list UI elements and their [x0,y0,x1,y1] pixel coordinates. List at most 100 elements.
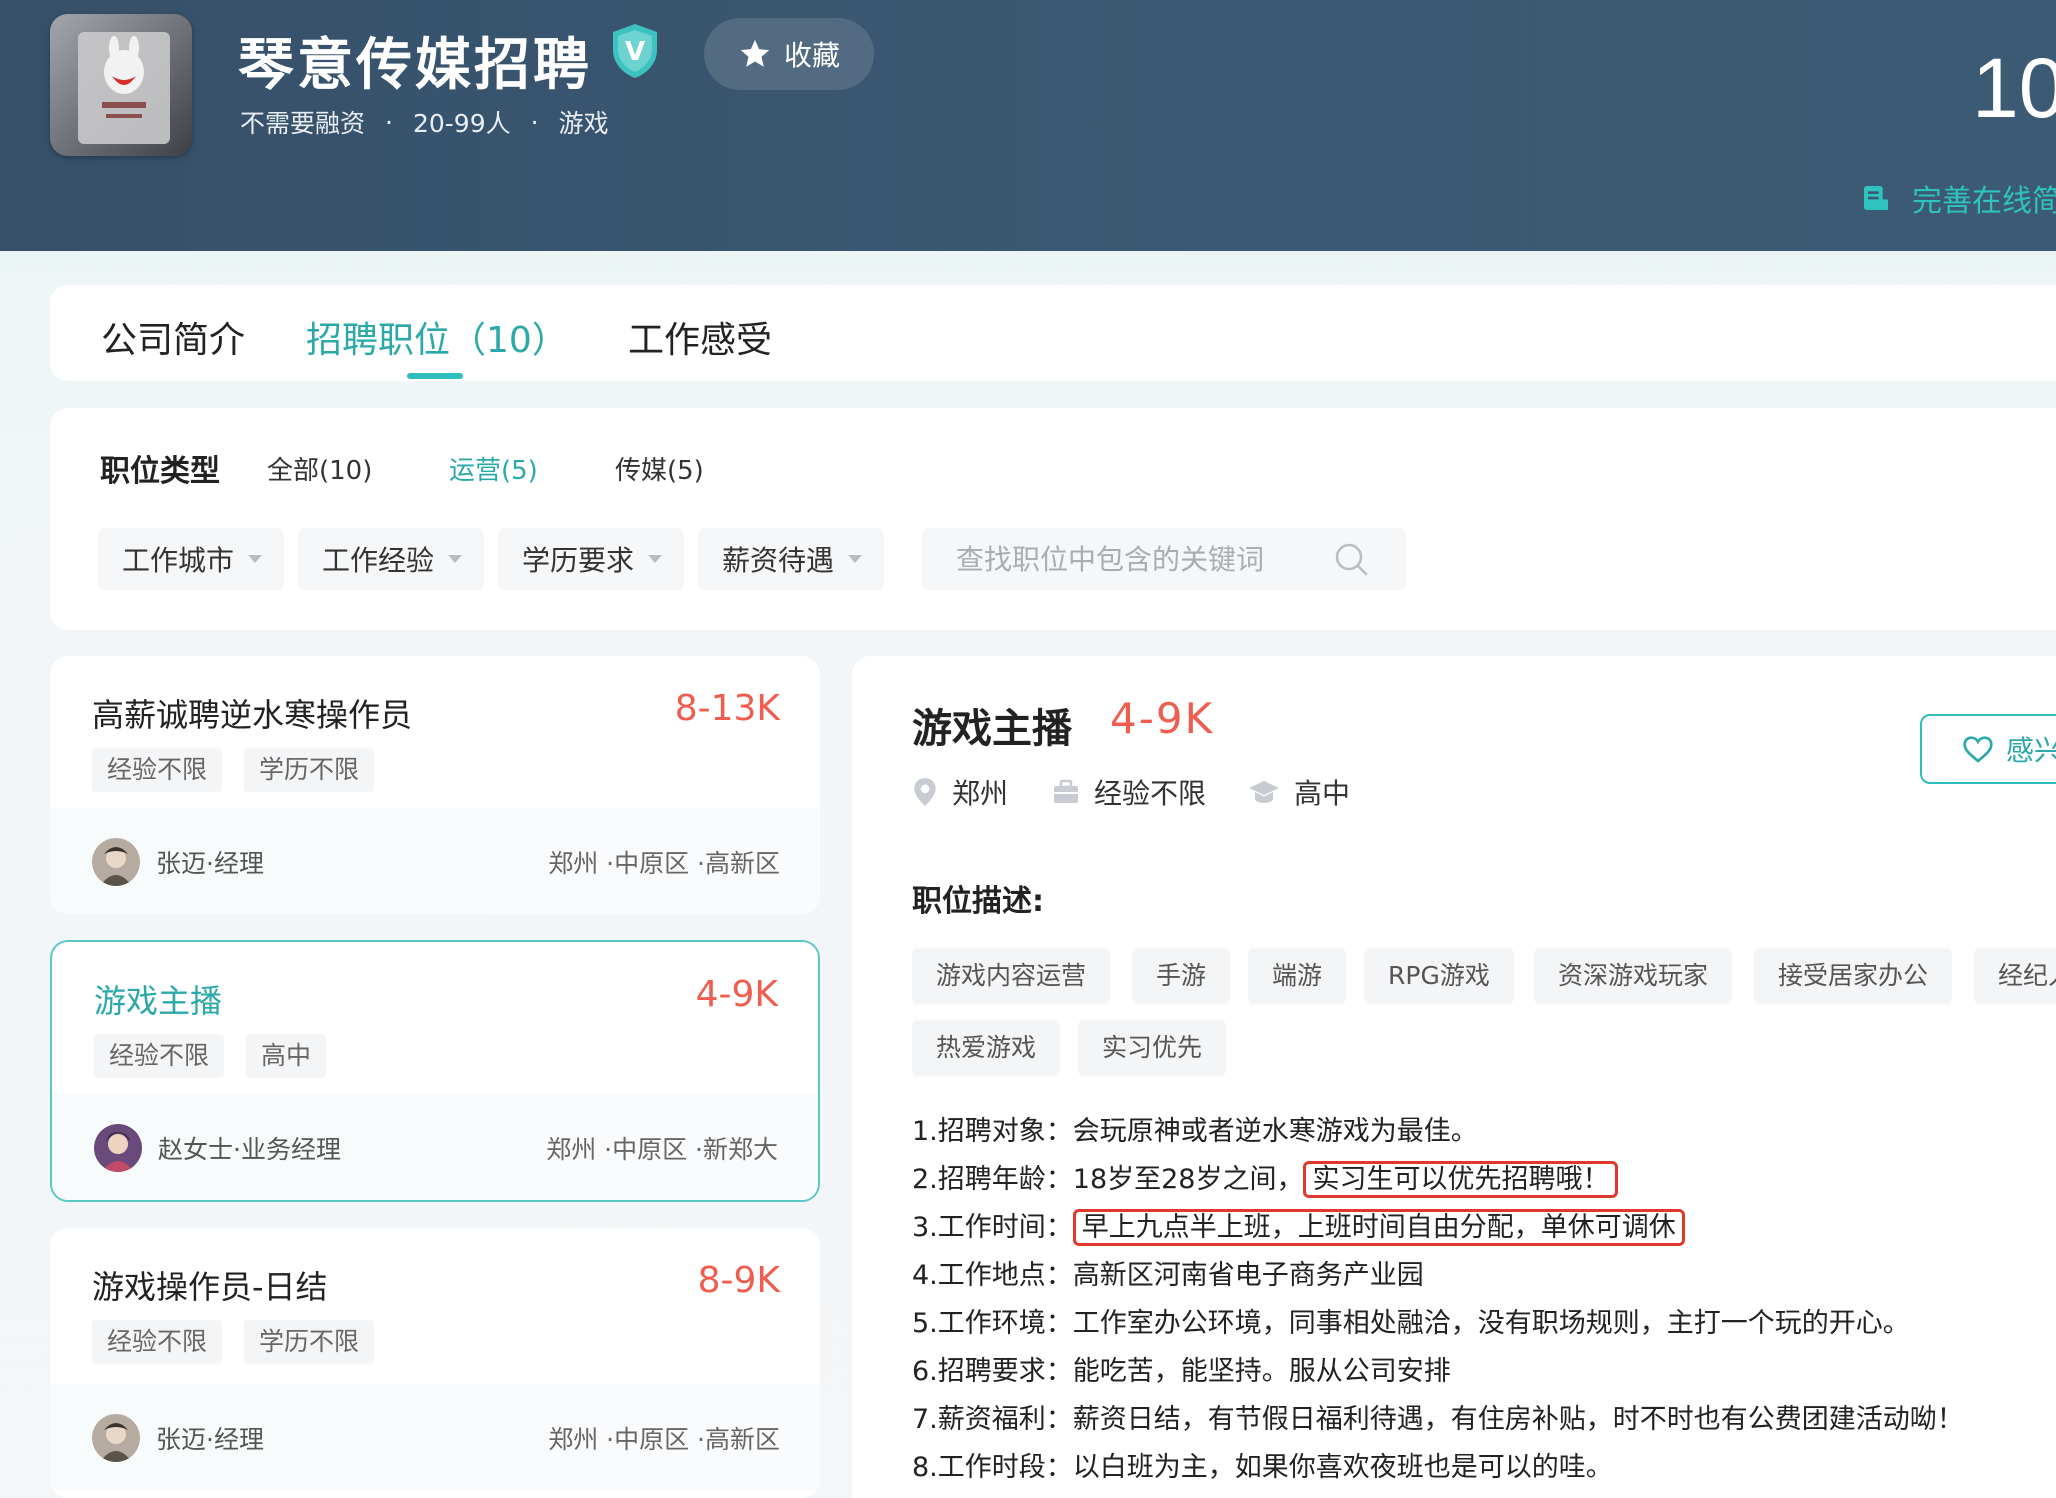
caret-down-icon [848,555,863,563]
city-dropdown[interactable]: 工作城市 [98,528,284,590]
recruiter-avatar [92,838,140,886]
tab-work-experience[interactable]: 工作感受 [628,311,772,363]
education-dropdown[interactable]: 学历要求 [498,528,684,590]
job-description-title: 职位描述: [912,884,1044,919]
line-prefix: 1.招聘对象： [912,1116,1073,1147]
recruiter-name: 赵女士·业务经理 [158,1135,341,1164]
job-type-all[interactable]: 全部(10) [267,450,372,487]
job-type-label: 职位类型 [100,454,220,489]
location-pin-icon [914,778,936,806]
job-type-operations[interactable]: 运营(5) [449,450,538,487]
job-location: 郑州 ·中原区 ·新郑大 [546,1135,778,1164]
job-salary: 8-13K [674,688,780,729]
caret-down-icon [648,555,663,563]
skill-tag: 游戏内容运营 [912,948,1111,1004]
line-text: 18岁至28岁之间， [1072,1164,1304,1195]
heart-icon [1963,736,1993,763]
detail-city: 郑州 [912,772,1008,812]
job-tag: 经验不限 [92,1320,223,1364]
highlighted-text: 早上九点半上班，上班时间自由分配，单休可调休 [1072,1209,1685,1246]
recruiter-avatar [92,1414,140,1462]
complete-resume-link[interactable]: 完善在线简 [1860,176,2056,220]
skill-tag: 热爱游戏 [912,1020,1061,1076]
line-prefix: 3.工作时间： [912,1212,1073,1243]
line-prefix: 6.招聘要求： [912,1356,1073,1387]
job-tag: 学历不限 [244,748,375,792]
line-prefix: 7.薪资福利： [912,1404,1073,1435]
company-tabs: 公司简介 招聘职位（10） 工作感受 [50,285,2056,381]
job-salary: 4-9K [695,974,778,1015]
recruiter-avatar [94,1124,142,1172]
experience-dropdown[interactable]: 工作经验 [298,528,484,590]
job-tag: 经验不限 [92,748,223,792]
job-filters: 职位类型 全部(10) 运营(5) 传媒(5) 工作城市 工作经验 学历要求 薪… [50,408,2056,630]
salary-dropdown-label: 薪资待遇 [722,544,835,577]
company-name: 琴意传媒招聘 [238,33,592,98]
interested-button[interactable]: 感兴 [1920,714,2056,784]
line-text: 能吃苦，能坚持。服从公司安排 [1072,1356,1451,1387]
tab-company-intro[interactable]: 公司简介 [101,311,245,363]
job-tag: 高中 [246,1034,327,1078]
keyword-search-input[interactable] [922,528,1332,590]
salary-dropdown[interactable]: 薪资待遇 [698,528,884,590]
company-logo [50,14,192,156]
detail-job-salary: 4-9K [1110,694,1215,743]
svg-text:V: V [625,37,645,67]
skill-tag: 实习优先 [1078,1020,1227,1076]
active-tab-indicator [407,373,463,379]
job-title: 游戏主播 [94,982,223,1020]
detail-experience-label: 经验不限 [1094,777,1207,810]
company-meta: 不需要融资 · 20-99人 · 游戏 [240,104,609,140]
skill-tag: 接受居家办公 [1754,948,1953,1004]
favorite-button[interactable]: 收藏 [704,18,874,90]
skill-tag: 端游 [1248,948,1347,1004]
detail-city-label: 郑州 [952,777,1009,810]
detail-experience: 经验不限 [1052,772,1206,812]
job-title: 游戏操作员-日结 [92,1268,328,1306]
detail-education: 高中 [1248,772,1350,812]
job-salary: 8-9K [697,1260,780,1301]
job-card-footer: 赵女士·业务经理 郑州 ·中原区 ·新郑大 [52,1094,818,1200]
job-card-selected[interactable]: 游戏主播 4-9K 经验不限 高中 赵女士·业务经理 郑州 ·中原区 ·新郑大 [50,940,820,1202]
line-prefix: 2.招聘年龄： [912,1164,1073,1195]
line-prefix: 5.工作环境： [912,1308,1073,1339]
funding-stage: 不需要融资 [240,109,366,138]
star-icon [740,39,770,67]
caret-down-icon [448,555,463,563]
header-count: 10 [1972,41,2056,135]
briefcase-icon [1054,779,1078,803]
line-text: 工作室办公环境，同事相处融洽，没有职场规则，主打一个玩的开心。 [1072,1308,1910,1339]
highlighted-text: 实习生可以优先招聘哦！ [1303,1161,1619,1198]
recruiter-name: 张迈·经理 [156,849,264,878]
job-card[interactable]: 高薪诚聘逆水寒操作员 8-13K 经验不限 学历不限 张迈·经理 郑州 ·中原区… [50,656,820,914]
line-prefix: 8.工作时段： [912,1452,1073,1483]
skill-tag: RPG游戏 [1364,948,1514,1004]
job-location: 郑州 ·中原区 ·高新区 [548,1425,780,1454]
recruiter-name: 张迈·经理 [156,1425,264,1454]
job-location: 郑州 ·中原区 ·高新区 [548,849,780,878]
interested-label: 感兴 [2006,734,2056,767]
experience-dropdown-label: 工作经验 [322,544,435,577]
company-header: 琴意传媒招聘 V 收藏 不需要融资 · 20-99人 · 游戏 10 完善在线简 [0,0,2056,251]
line-text: 以白班为主，如果你喜欢夜班也是可以的哇。 [1072,1452,1613,1483]
skill-tag: 手游 [1132,948,1231,1004]
verified-shield-icon: V [613,24,657,78]
separator-dot: · [530,107,539,137]
line-prefix: 4.工作地点： [912,1260,1073,1291]
job-detail-panel: 游戏主播 4-9K 感兴 郑州 经验不限 高中 职位描述: 游戏内容运营 手游 … [852,656,2056,1498]
complete-resume-label: 完善在线简 [1912,184,2056,219]
search-icon[interactable] [1334,542,1370,578]
description-line: 5.工作环境：工作室办公环境，同事相处融洽，没有职场规则，主打一个玩的开心。 [912,1302,1910,1346]
tab-job-openings[interactable]: 招聘职位（10） [306,311,568,363]
keyword-search [922,528,1406,590]
job-card[interactable]: 游戏操作员-日结 8-9K 经验不限 学历不限 张迈·经理 郑州 ·中原区 ·高… [50,1228,820,1498]
line-text: 会玩原神或者逆水寒游戏为最佳。 [1072,1116,1478,1147]
job-tag: 经验不限 [94,1034,225,1078]
job-type-media[interactable]: 传媒(5) [615,450,704,487]
skill-tag: 经纪人 [1974,948,2056,1004]
line-text: 高新区河南省电子商务产业园 [1072,1260,1424,1291]
job-title: 高薪诚聘逆水寒操作员 [92,696,413,734]
description-line: 6.招聘要求：能吃苦，能坚持。服从公司安排 [912,1350,1451,1394]
job-card-footer: 张迈·经理 郑州 ·中原区 ·高新区 [50,1384,820,1490]
description-line: 3.工作时间： 早上九点半上班，上班时间自由分配，单休可调休 [912,1206,1685,1250]
